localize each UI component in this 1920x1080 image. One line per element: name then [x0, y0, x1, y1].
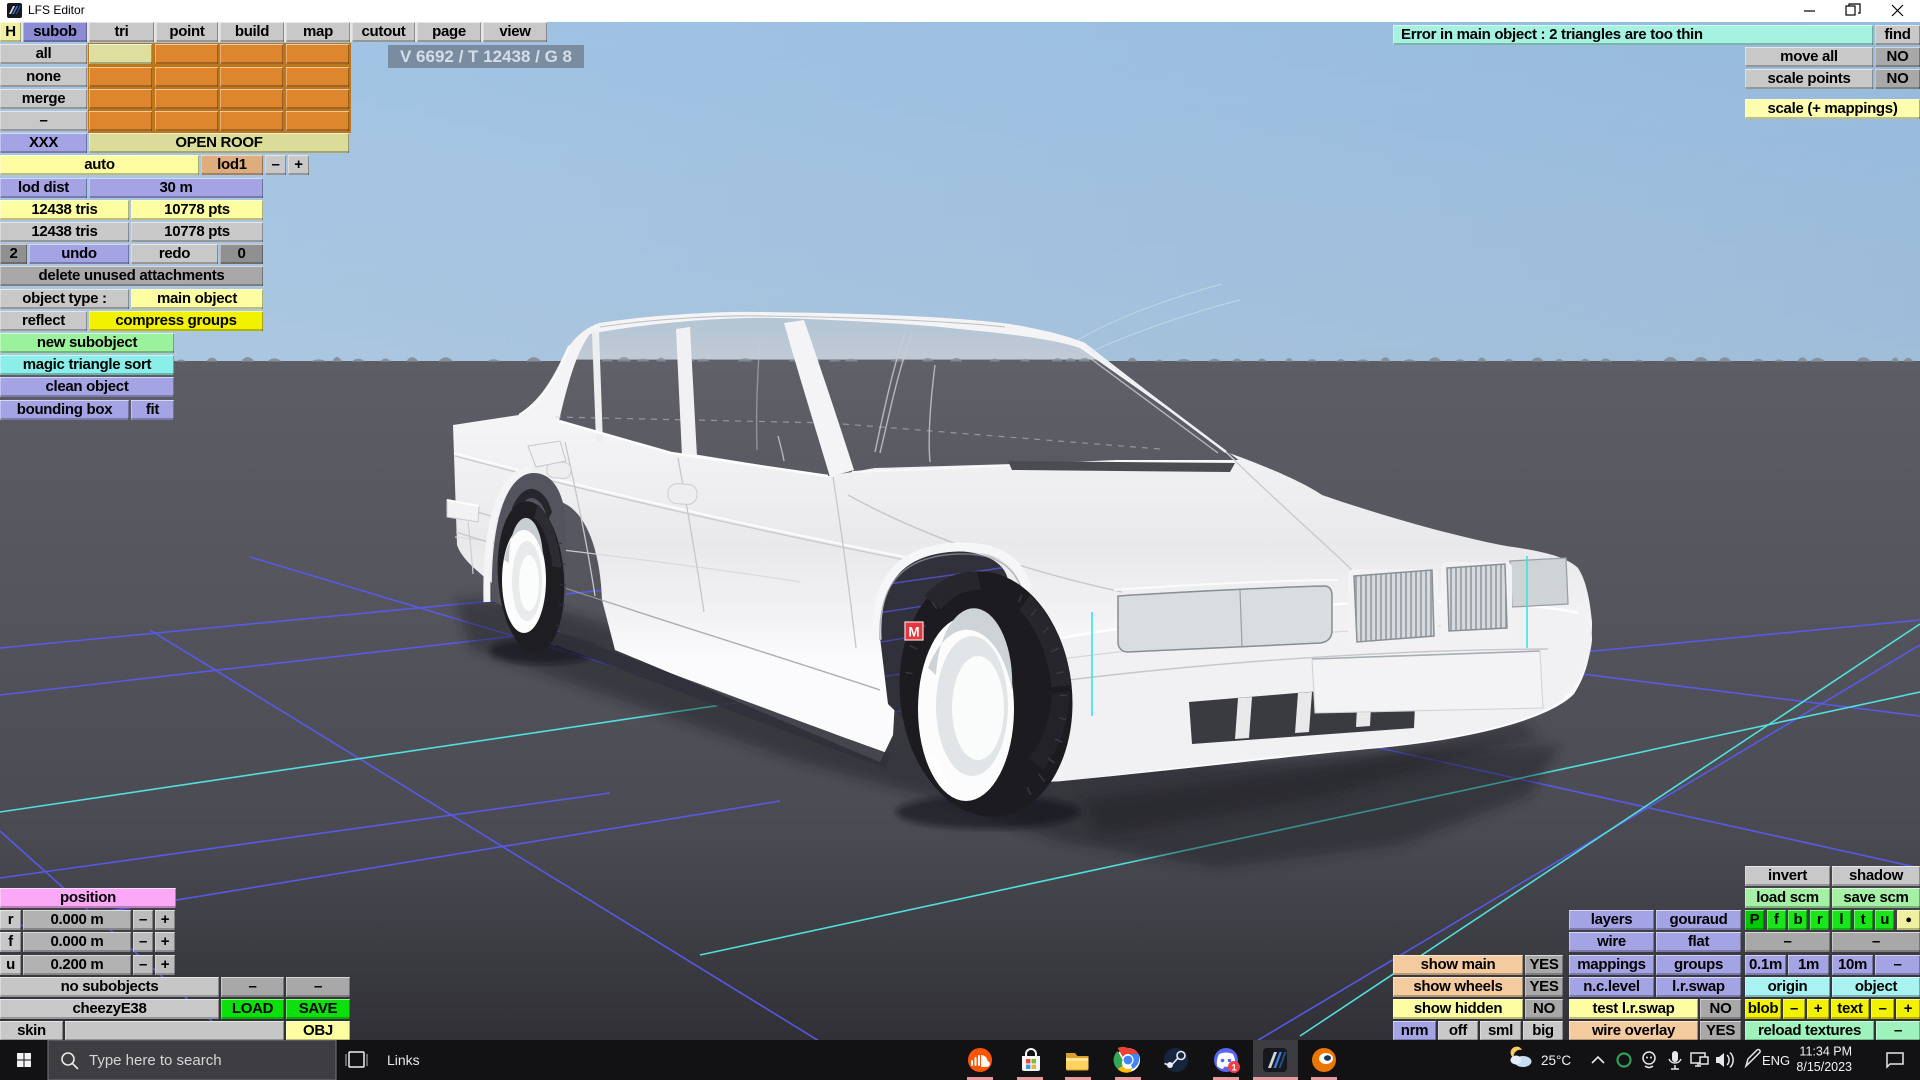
svg-text:25°C: 25°C [1541, 1053, 1571, 1068]
svg-text:M: M [908, 625, 919, 640]
svg-text:8/15/2023: 8/15/2023 [1796, 1060, 1852, 1074]
svg-text:Links: Links [387, 1052, 420, 1068]
svg-text:1: 1 [1231, 1063, 1236, 1073]
svg-text:Type here to search: Type here to search [89, 1052, 222, 1069]
svg-text:11:34 PM: 11:34 PM [1799, 1045, 1852, 1059]
svg-text:ENG: ENG [1762, 1053, 1790, 1068]
